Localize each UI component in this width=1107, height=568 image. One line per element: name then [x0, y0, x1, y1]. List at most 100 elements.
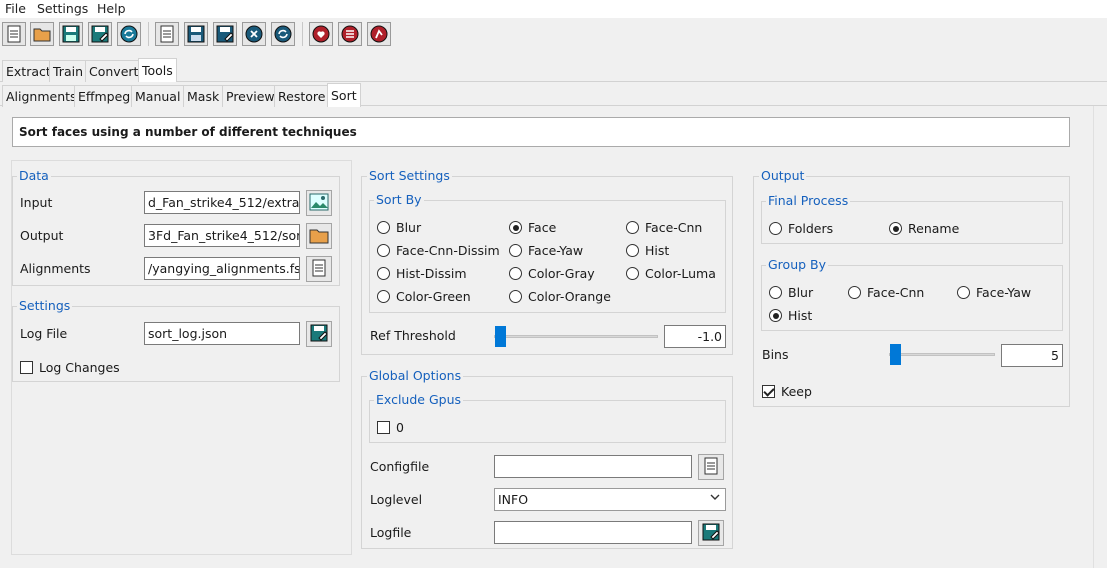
sort-by-color-gray-radio[interactable]: Color-Gray: [509, 266, 595, 281]
radio-label: Color-Gray: [528, 266, 595, 281]
radio-circle: [377, 267, 390, 280]
radio-label: Hist: [645, 243, 670, 258]
output-field[interactable]: 3Fd_Fan_strike4_512/sort: [144, 224, 300, 247]
logfile-field[interactable]: sort_log.json: [144, 322, 300, 345]
radio-label: Face-Cnn: [645, 220, 703, 235]
donate-icon[interactable]: [309, 22, 333, 46]
tab-tools[interactable]: Tools: [138, 58, 177, 82]
radio-label: Hist-Dissim: [396, 266, 467, 281]
vertical-scrollbar[interactable]: [1093, 106, 1107, 568]
log-changes-label: Log Changes: [39, 360, 120, 375]
alignments-browse-button[interactable]: [306, 256, 332, 282]
chevron-down-icon[interactable]: [710, 491, 720, 505]
radio-circle-selected: [889, 222, 902, 235]
bins-slider-handle[interactable]: [890, 344, 901, 365]
loglevel-label: Loglevel: [370, 492, 423, 507]
sort-settings-title: Sort Settings: [367, 168, 452, 183]
global-logfile-save-button[interactable]: [698, 520, 724, 546]
radio-circle: [957, 286, 970, 299]
sort-by-color-orange-radio[interactable]: Color-Orange: [509, 289, 611, 304]
tab-extract[interactable]: Extract: [2, 60, 55, 82]
group-face-yaw-radio[interactable]: Face-Yaw: [957, 285, 1031, 300]
input-browse-button[interactable]: [306, 190, 332, 216]
ref-threshold-slider-handle[interactable]: [495, 326, 506, 347]
loglevel-select[interactable]: INFO: [494, 488, 726, 511]
radio-circle: [626, 221, 639, 234]
save-task-icon[interactable]: [184, 22, 208, 46]
group-blur-radio[interactable]: Blur: [769, 285, 813, 300]
sort-by-blur-radio[interactable]: Blur: [377, 220, 421, 235]
global-logfile-field[interactable]: [494, 521, 692, 544]
sort-by-hist-dissim-radio[interactable]: Hist-Dissim: [377, 266, 467, 281]
tab-restore[interactable]: Restore: [274, 85, 330, 107]
configfile-field[interactable]: [494, 455, 692, 478]
save-as-icon[interactable]: [88, 22, 112, 46]
save-task-as-icon[interactable]: [213, 22, 237, 46]
sort-by-hist-radio[interactable]: Hist: [626, 243, 669, 258]
tab-preview[interactable]: Preview: [222, 85, 279, 107]
output-browse-button[interactable]: [306, 223, 332, 249]
configfile-browse-button[interactable]: [698, 454, 724, 480]
final-folders-radio[interactable]: Folders: [769, 221, 833, 236]
gpu-0-checkbox[interactable]: 0: [377, 420, 404, 435]
final-process-title: Final Process: [766, 193, 851, 208]
radio-circle: [377, 290, 390, 303]
sort-by-face-radio[interactable]: Face: [509, 220, 556, 235]
new-icon[interactable]: [2, 22, 26, 46]
sort-by-color-green-radio[interactable]: Color-Green: [377, 289, 471, 304]
sort-by-face-cnn-radio[interactable]: Face-Cnn: [626, 220, 702, 235]
global-options-title: Global Options: [367, 368, 464, 383]
sort-by-title: Sort By: [374, 192, 424, 207]
open-icon[interactable]: [30, 22, 54, 46]
group-hist-radio[interactable]: Hist: [769, 308, 812, 323]
menu-icon[interactable]: [338, 22, 362, 46]
log-changes-checkbox[interactable]: Log Changes: [20, 360, 120, 375]
image-icon: [309, 193, 329, 214]
group-face-cnn-radio[interactable]: Face-Cnn: [848, 285, 924, 300]
clear-icon[interactable]: [242, 22, 266, 46]
save-icon[interactable]: [59, 22, 83, 46]
patreon-icon[interactable]: [367, 22, 391, 46]
input-field[interactable]: d_Fan_strike4_512/extract: [144, 191, 300, 214]
sort-by-face-yaw-radio[interactable]: Face-Yaw: [509, 243, 583, 258]
radio-circle: [626, 244, 639, 257]
menu-settings[interactable]: Settings: [37, 1, 88, 16]
alignments-field[interactable]: /yangying_alignments.fsa: [144, 257, 300, 280]
tab-convert[interactable]: Convert: [85, 60, 143, 82]
toolbar: [0, 18, 1107, 52]
tab-mask[interactable]: Mask: [183, 85, 224, 107]
toolbar-separator: [302, 22, 303, 46]
bins-field[interactable]: 5: [1001, 344, 1063, 367]
menu-file[interactable]: File: [5, 1, 26, 16]
final-rename-radio[interactable]: Rename: [889, 221, 959, 236]
keep-checkbox[interactable]: Keep: [762, 384, 812, 399]
radio-label: Face-Cnn: [867, 285, 925, 300]
radio-label: Hist: [788, 308, 813, 323]
tab-effmpeg[interactable]: Effmpeg: [74, 85, 135, 107]
folder-icon: [309, 226, 329, 247]
ref-threshold-field[interactable]: -1.0: [664, 325, 726, 348]
radio-label: Blur: [396, 220, 422, 235]
tab-sort[interactable]: Sort: [327, 83, 361, 107]
new-task-icon[interactable]: [155, 22, 179, 46]
tab-alignments[interactable]: Alignments: [2, 85, 81, 107]
reload-icon[interactable]: [117, 22, 141, 46]
tab-train[interactable]: Train: [49, 60, 87, 82]
tab-manual[interactable]: Manual: [131, 85, 185, 107]
ref-threshold-slider[interactable]: [494, 335, 658, 338]
radio-circle: [509, 290, 522, 303]
input-label: Input: [20, 195, 53, 210]
sort-by-color-luma-radio[interactable]: Color-Luma: [626, 266, 716, 281]
menu-help[interactable]: Help: [97, 1, 126, 16]
radio-label: Color-Luma: [645, 266, 716, 281]
output-label: Output: [20, 228, 64, 243]
radio-circle: [626, 267, 639, 280]
reload-task-icon[interactable]: [271, 22, 295, 46]
save-icon: [702, 523, 720, 544]
logfile-save-button[interactable]: [306, 321, 332, 347]
radio-label: Face-Yaw: [528, 243, 584, 258]
bins-slider[interactable]: [889, 353, 995, 356]
sort-by-face-cnn-dissim-radio[interactable]: Face-Cnn-Dissim: [377, 243, 500, 258]
radio-label: Face-Yaw: [976, 285, 1032, 300]
radio-circle: [509, 267, 522, 280]
